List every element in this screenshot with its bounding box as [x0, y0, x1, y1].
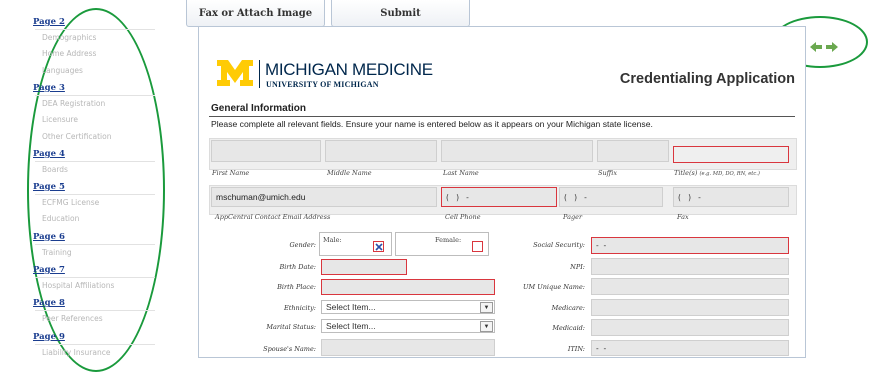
birth-place-field[interactable]: [321, 279, 495, 295]
spouse-name-label: Spouse's Name:: [263, 345, 316, 353]
tab-fax-attach[interactable]: Fax or Attach Image: [186, 0, 325, 27]
ethnicity-select[interactable]: Select Item... ▼: [321, 300, 495, 314]
itin-field[interactable]: - -: [591, 340, 789, 356]
sidebar-item[interactable]: Languages: [42, 66, 83, 75]
um-unique-name-label: UM Unique Name:: [523, 283, 585, 291]
org-subname: UNIVERSITY OF MICHIGAN: [266, 80, 379, 89]
checked-x-icon: [374, 242, 383, 251]
org-name: MICHIGAN MEDICINE: [265, 60, 433, 79]
sidebar-page-link[interactable]: Page 4: [33, 149, 65, 159]
sidebar-divider: [35, 310, 155, 312]
sidebar-nav: Page 2 Demographics Home Address Languages P…: [0, 0, 155, 374]
sidebar-page-link[interactable]: Page 6: [33, 232, 65, 242]
medicare-field[interactable]: [591, 299, 789, 316]
sidebar-divider: [35, 29, 155, 30]
ssn-field[interactable]: - -: [591, 237, 789, 254]
sidebar-divider: [35, 243, 155, 245]
sidebar-page-link[interactable]: Page 5: [33, 182, 65, 192]
instructions-text: Please complete all relevant fields. Ens…: [211, 119, 653, 129]
first-name-field[interactable]: [211, 140, 321, 162]
chevron-down-icon[interactable]: ▼: [480, 321, 493, 332]
um-logo: [217, 60, 253, 86]
birth-date-label: Birth Date:: [279, 263, 316, 271]
male-checkbox[interactable]: [373, 241, 384, 252]
sidebar-item[interactable]: DEA Registration: [42, 99, 105, 108]
sidebar-divider: [35, 277, 155, 278]
sidebar-item[interactable]: Licensure: [42, 115, 78, 124]
last-name-field[interactable]: [441, 140, 593, 162]
title-field[interactable]: [673, 146, 789, 163]
suffix-label: Suffix: [598, 169, 617, 177]
um-unique-name-field[interactable]: [591, 278, 789, 295]
gender-label: Gender:: [289, 241, 316, 249]
section-heading: General Information: [211, 103, 307, 114]
sidebar-item[interactable]: Education: [42, 214, 79, 223]
title-label: Title(s) (e.g. MD, DO, RN, etc.): [674, 169, 760, 177]
chevron-down-icon[interactable]: ▼: [480, 302, 493, 313]
email-label: AppCentral Contact Email Address: [215, 213, 331, 221]
forward-arrow-icon[interactable]: [826, 42, 838, 52]
medicaid-label: Medicaid:: [552, 324, 585, 332]
sidebar-divider: [35, 94, 155, 96]
itin-label: ITIN:: [567, 345, 585, 353]
marital-status-select-value: Select Item...: [326, 321, 376, 331]
pager-label: Pager: [563, 213, 583, 221]
first-name-label: First Name: [212, 169, 250, 177]
sidebar-item[interactable]: Demographics: [42, 33, 96, 42]
logo-divider: [259, 60, 260, 88]
sidebar-item[interactable]: Other Certification: [42, 132, 111, 141]
sidebar-item[interactable]: Home Address: [42, 49, 96, 58]
sidebar-item[interactable]: Boards: [42, 165, 68, 174]
sidebar-item[interactable]: ECFMG License: [42, 198, 99, 207]
ethnicity-select-value: Select Item...: [326, 302, 376, 312]
npi-field[interactable]: [591, 258, 789, 275]
sidebar-page-link[interactable]: Page 8: [33, 298, 65, 308]
marital-status-label: Marital Status:: [266, 323, 316, 331]
cell-phone-field[interactable]: ( ) -: [441, 187, 557, 207]
fax-label: Fax: [677, 213, 689, 221]
title-label-text: Title(s): [674, 169, 698, 177]
ethnicity-label: Ethnicity:: [283, 304, 316, 312]
sidebar-divider: [35, 194, 155, 196]
sidebar-page-link[interactable]: Page 2: [33, 17, 65, 27]
birth-place-label: Birth Place:: [277, 283, 316, 291]
sidebar-page-link[interactable]: Page 9: [33, 332, 65, 342]
sidebar-item[interactable]: Peer References: [42, 314, 103, 323]
back-arrow-icon[interactable]: [810, 42, 822, 52]
pager-field[interactable]: ( ) -: [559, 187, 663, 207]
cell-phone-label: Cell Phone: [445, 213, 481, 221]
sidebar-divider: [35, 160, 155, 162]
male-label: Male:: [323, 236, 342, 244]
spouse-name-field[interactable]: [321, 339, 495, 356]
female-label: Female:: [435, 236, 462, 244]
birth-date-field[interactable]: [321, 259, 407, 275]
email-field[interactable]: mschuman@umich.edu: [211, 187, 437, 207]
female-checkbox[interactable]: [472, 241, 483, 252]
tab-submit[interactable]: Submit: [331, 0, 470, 27]
suffix-field[interactable]: [597, 140, 669, 162]
middle-name-field[interactable]: [325, 140, 437, 162]
sidebar-page-link[interactable]: Page 7: [33, 265, 65, 275]
medicaid-field[interactable]: [591, 319, 789, 336]
marital-status-select[interactable]: Select Item... ▼: [321, 319, 495, 333]
title-label-hint: (e.g. MD, DO, RN, etc.): [699, 171, 760, 177]
npi-label: NPI:: [570, 263, 585, 271]
sidebar-page-link[interactable]: Page 3: [33, 83, 65, 93]
fax-field[interactable]: ( ) -: [673, 187, 789, 207]
sidebar-item[interactable]: Hospital Affiliations: [42, 281, 114, 290]
sidebar-item[interactable]: Liability Insurance: [42, 348, 110, 357]
ssn-label: Social Security:: [533, 241, 585, 249]
section-rule: [209, 116, 795, 117]
block-m-icon: [217, 60, 253, 86]
page-title: Credentialing Application: [619, 71, 795, 87]
sidebar-divider: [35, 343, 155, 345]
middle-name-label: Middle Name: [327, 169, 372, 177]
medicare-label: Medicare:: [551, 304, 585, 312]
sidebar-item[interactable]: Training: [42, 248, 72, 257]
last-name-label: Last Name: [443, 169, 479, 177]
form-panel: MICHIGAN MEDICINE UNIVERSITY OF MICHIGAN…: [198, 26, 838, 358]
